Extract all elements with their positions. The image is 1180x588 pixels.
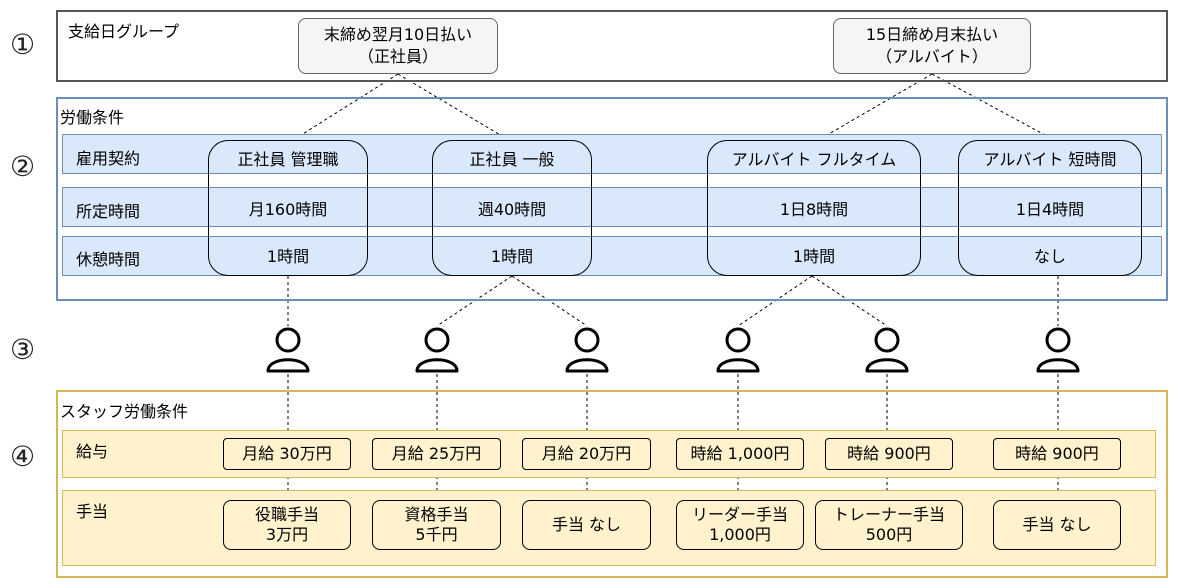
contract-break: 1時間 — [266, 247, 310, 266]
payday-group-fulltime: 末締め翌月10日払い （正社員） — [298, 18, 498, 74]
contract-hours: 1日8時間 — [779, 200, 849, 219]
salary-box: 月給 20万円 — [522, 438, 651, 470]
salary-box: 月給 30万円 — [223, 438, 351, 470]
row-label-hours: 所定時間 — [76, 202, 141, 221]
person-icon — [415, 327, 459, 373]
contract-name: アルバイト フルタイム — [731, 150, 897, 169]
row-label-salary: 給与 — [76, 442, 109, 461]
allowance-box: リーダー手当 1,000円 — [676, 500, 804, 550]
allowance-box: 手当 なし — [522, 500, 651, 550]
person-icon — [266, 327, 310, 373]
payday-group-title: 支給日グループ — [68, 22, 180, 41]
salary-box: 時給 1,000円 — [676, 438, 804, 470]
salary-box: 時給 900円 — [825, 438, 953, 470]
row-label-break: 休憩時間 — [76, 250, 141, 269]
working-conditions-title: 労働条件 — [60, 108, 125, 127]
contract-break: なし — [1033, 247, 1066, 266]
person-icon — [565, 327, 609, 373]
contract-hours: 月160時間 — [248, 200, 328, 219]
contract-name: 正社員 一般 — [469, 150, 555, 169]
row-label-allowance: 手当 — [76, 502, 109, 521]
payday-group-parttime: 15日締め月末払い （アルバイト） — [833, 18, 1031, 74]
contract-hours: 週40時間 — [477, 200, 547, 219]
allowance-box: 手当 なし — [993, 500, 1121, 550]
row-label-contract: 雇用契約 — [76, 149, 141, 168]
contract-name: 正社員 管理職 — [237, 150, 339, 169]
contract-name: アルバイト 短時間 — [983, 150, 1117, 169]
step-marker-2: ② — [10, 150, 36, 183]
contract-break: 1時間 — [792, 247, 836, 266]
allowance-box: 役職手当 3万円 — [223, 500, 351, 550]
step-marker-1: ① — [10, 28, 36, 61]
person-icon — [1036, 327, 1080, 373]
salary-box: 月給 25万円 — [372, 438, 501, 470]
salary-box: 時給 900円 — [993, 438, 1121, 470]
contract-break: 1時間 — [490, 247, 534, 266]
allowance-box: 資格手当 5千円 — [372, 500, 501, 550]
person-icon — [865, 327, 909, 373]
contract-hours: 1日4時間 — [1015, 200, 1085, 219]
step-marker-3: ③ — [10, 333, 36, 366]
staff-conditions-title: スタッフ労働条件 — [60, 402, 189, 421]
person-icon — [716, 327, 760, 373]
allowance-box: トレーナー手当 500円 — [815, 500, 963, 550]
step-marker-4: ④ — [10, 440, 36, 473]
